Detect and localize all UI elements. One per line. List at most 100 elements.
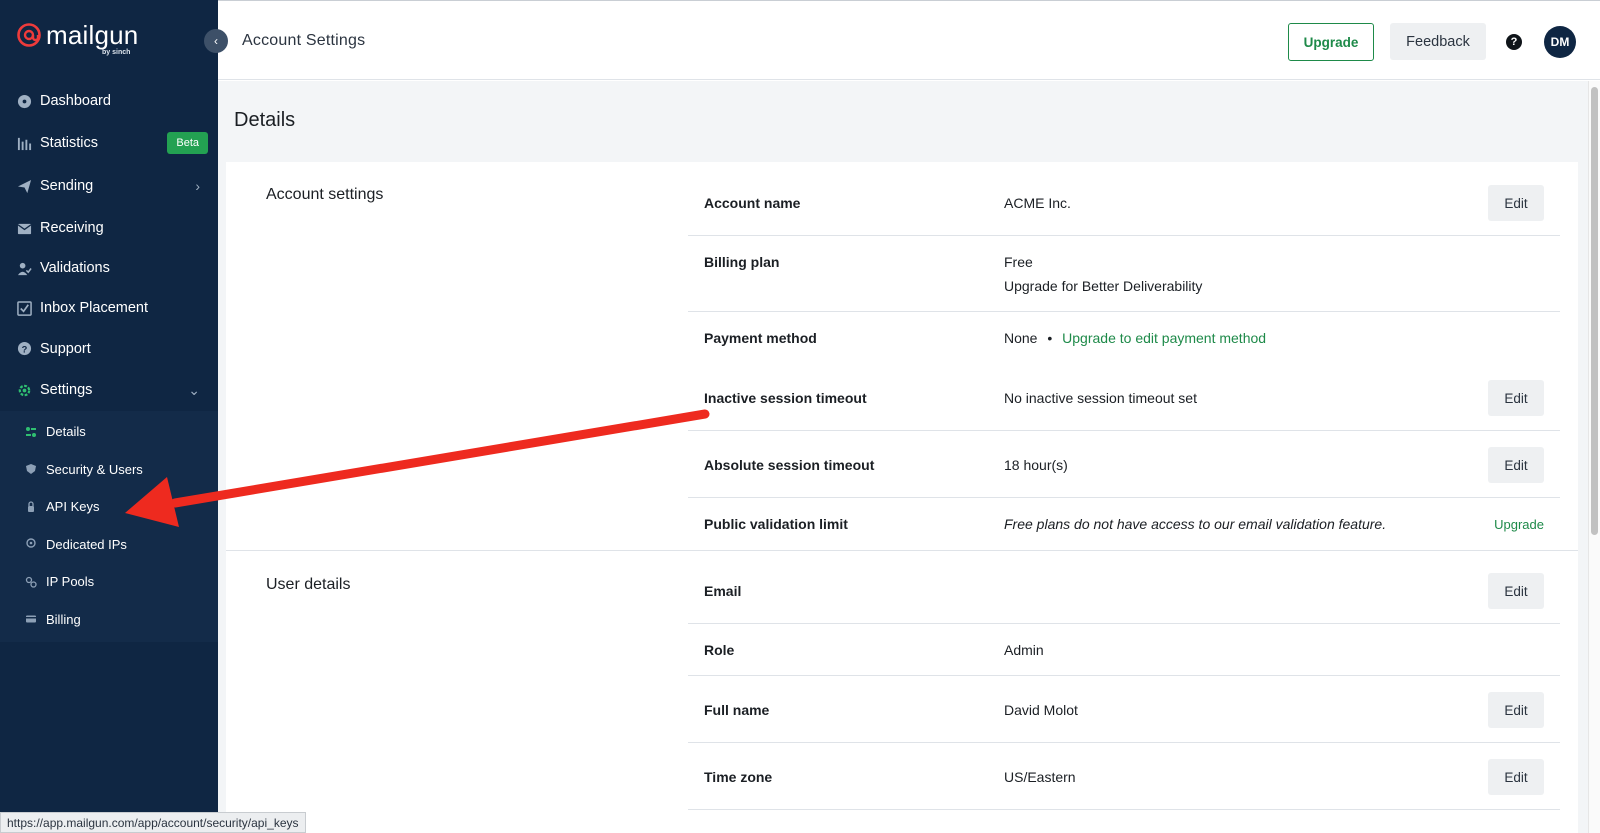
dashboard-icon [16,93,32,109]
full-name-value: David Molot [1004,702,1078,718]
sidebar-nav: Dashboard Statistics Beta Sending › Rece… [0,80,218,642]
inactive-session-value: No inactive session timeout set [1004,390,1197,406]
help-icon[interactable]: ? [1506,34,1522,50]
edit-account-name-button[interactable]: Edit [1488,185,1544,221]
sidebar-item-label: Dashboard [40,93,111,109]
sidebar-subitem-security-users[interactable]: Security & Users [0,451,218,489]
credit-card-icon [24,612,38,626]
account-name-label: Account name [704,195,801,211]
sidebar-subitem-ip-pools[interactable]: IP Pools [0,563,218,601]
sidebar-item-label: Validations [40,260,110,276]
edit-inactive-session-button[interactable]: Edit [1488,380,1544,416]
main-content: Details Account settings Account name AC… [218,81,1588,833]
inbox-placement-icon [16,300,32,316]
receiving-icon [16,220,32,236]
mailgun-logo[interactable]: mailgun by sinch [16,20,139,56]
sidebar-subitem-label: Details [46,424,86,440]
inactive-session-row: Inactive session timeout No inactive ses… [688,364,1560,431]
sidebar-item-label: Receiving [40,220,104,236]
time-zone-label: Time zone [704,769,773,785]
role-row: Role Admin [688,624,1560,676]
sidebar-item-statistics[interactable]: Statistics Beta [0,122,218,164]
upgrade-deliverability-link[interactable]: Upgrade for Better Deliverability [1004,278,1202,294]
page-title: Account Settings [242,32,366,49]
payment-method-value-group: None • Upgrade to edit payment method [1004,330,1266,346]
shield-icon [24,462,38,476]
sidebar-subitem-details[interactable]: Details [0,413,218,451]
user-details-title: User details [266,576,351,593]
chevron-right-icon: › [195,178,200,194]
bullet-separator: • [1047,330,1053,346]
chevron-down-icon: ⌄ [188,381,200,398]
email-label: Email [704,583,742,599]
full-name-label: Full name [704,702,770,718]
upgrade-button[interactable]: Upgrade [1288,23,1374,61]
edit-full-name-button[interactable]: Edit [1488,692,1544,728]
sidebar-subitem-label: IP Pools [46,574,95,590]
time-zone-value: US/Eastern [1004,769,1076,785]
validation-limit-label: Public validation limit [704,516,848,532]
role-value: Admin [1004,642,1044,658]
time-zone-row: Time zone US/Eastern Edit [688,743,1560,810]
billing-plan-row: Billing plan Free Upgrade for Better Del… [688,236,1560,312]
feedback-button[interactable]: Feedback [1390,23,1486,60]
account-name-row: Account name ACME Inc. Edit [688,162,1560,236]
sidebar-subitem-label: Dedicated IPs [46,536,127,552]
sidebar-subitem-billing[interactable]: Billing [0,601,218,639]
settings-icon [16,382,32,398]
sidebar-item-label: Settings [40,382,93,398]
sidebar-subitem-label: Security & Users [46,461,143,477]
avatar[interactable]: DM [1544,26,1576,58]
details-heading: Details [234,109,296,131]
payment-method-row: Payment method None • Upgrade to edit pa… [688,312,1560,364]
sidebar-item-settings[interactable]: Settings ⌄ [0,369,218,411]
payment-method-label: Payment method [704,330,817,346]
validation-limit-value: Free plans do not have access to our ema… [1004,516,1387,532]
absolute-session-label: Absolute session timeout [704,457,875,473]
sidebar-item-validations[interactable]: Validations [0,248,218,288]
upgrade-payment-link[interactable]: Upgrade to edit payment method [1062,330,1266,346]
edit-time-zone-button[interactable]: Edit [1488,759,1544,795]
svg-text:?: ? [21,344,27,354]
role-label: Role [704,642,735,658]
brand-name: mailgun [46,20,139,50]
beta-badge: Beta [167,132,208,154]
absolute-session-row: Absolute session timeout 18 hour(s) Edit [688,431,1560,498]
sidebar-item-receiving[interactable]: Receiving [0,208,218,248]
full-name-row: Full name David Molot Edit [688,676,1560,743]
validations-icon [16,260,32,276]
sidebar-item-dashboard[interactable]: Dashboard [0,80,218,122]
upgrade-validation-link[interactable]: Upgrade [1494,517,1544,532]
sidebar-item-label: Inbox Placement [40,300,149,316]
details-icon [24,425,38,439]
account-name-value: ACME Inc. [1004,195,1071,211]
absolute-session-value: 18 hour(s) [1004,457,1068,473]
collapse-sidebar-button[interactable]: ‹ [204,29,228,53]
email-row: Email Edit [688,550,1560,624]
sidebar: mailgun by sinch Dashboard Statistics Be… [0,0,218,833]
settings-card: Account settings Account name ACME Inc. … [226,162,1578,833]
sending-icon [16,178,32,194]
sidebar-item-support[interactable]: ? Support [0,328,218,369]
validation-limit-row: Public validation limit Free plans do no… [688,498,1560,550]
sidebar-subitem-dedicated-ips[interactable]: Dedicated IPs [0,526,218,564]
page-scrollbar[interactable] [1588,81,1600,833]
statistics-icon [16,135,32,151]
inactive-session-label: Inactive session timeout [704,390,867,406]
sidebar-item-label: Sending [40,178,94,194]
account-settings-title: Account settings [266,186,384,203]
chevron-left-icon: ‹ [214,34,218,48]
scrollbar-thumb[interactable] [1591,87,1598,535]
sidebar-item-sending[interactable]: Sending › [0,164,218,208]
key-icon [24,500,38,514]
sidebar-item-label: Statistics [40,135,99,151]
sidebar-subitem-label: API Keys [46,499,100,515]
top-bar: Account Settings Upgrade Feedback ? DM [218,0,1600,80]
sidebar-subitem-api-keys[interactable]: API Keys [0,488,218,526]
edit-absolute-session-button[interactable]: Edit [1488,447,1544,483]
location-pin-icon [24,537,38,551]
sidebar-item-inbox-placement[interactable]: Inbox Placement [0,288,218,328]
sidebar-subitem-label: Billing [46,611,81,627]
edit-email-button[interactable]: Edit [1488,573,1544,609]
mailgun-logo-icon [17,23,41,47]
